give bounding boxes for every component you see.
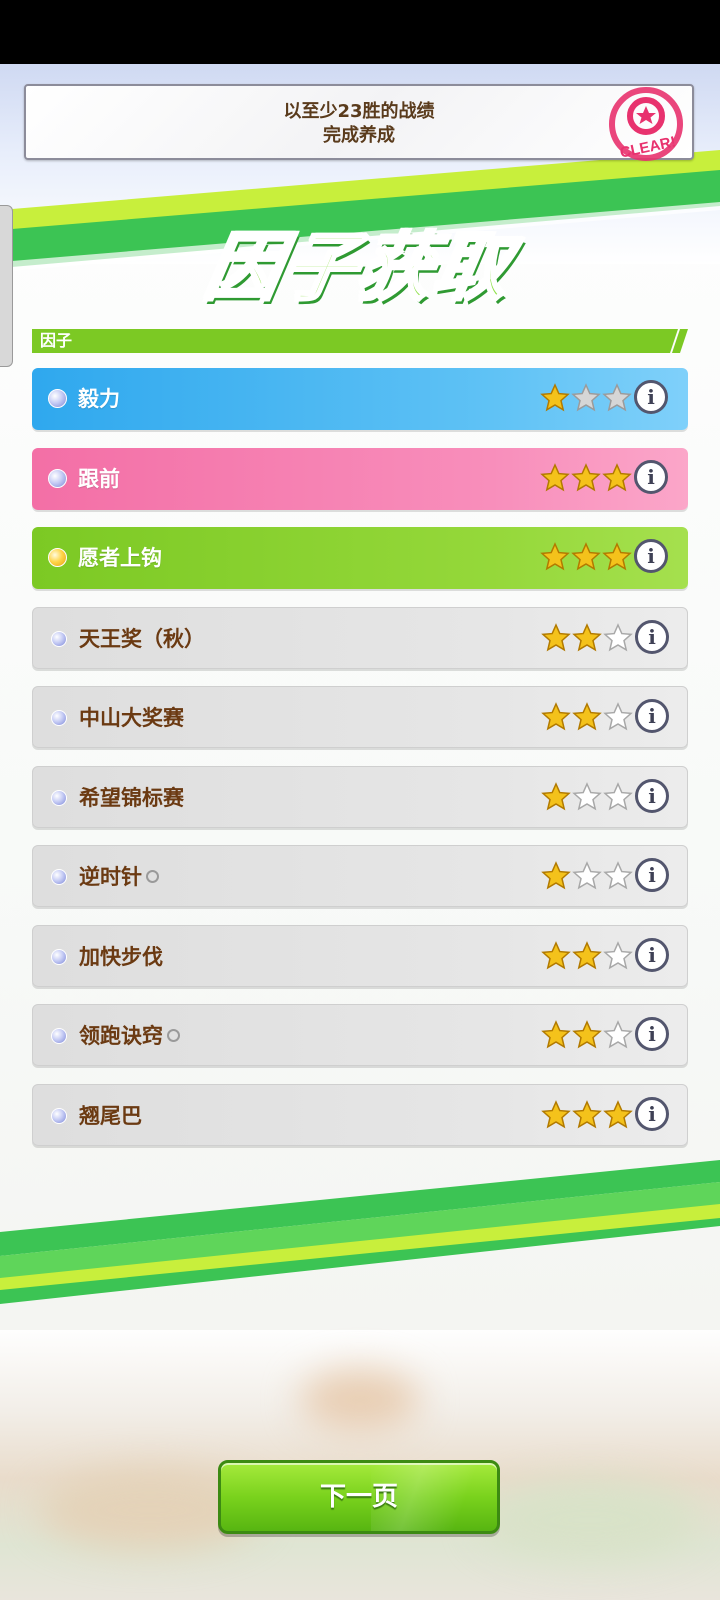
next-page-label: 下一页 xyxy=(319,1482,398,1512)
factor-gem-icon xyxy=(51,869,67,885)
star-filled-icon xyxy=(540,463,570,492)
star-empty-icon xyxy=(603,623,633,652)
factor-name: 加快步伐 xyxy=(79,926,163,988)
factor-name-text: 翘尾巴 xyxy=(79,1104,142,1128)
factor-row[interactable]: 天王奖（秋） i xyxy=(32,607,688,669)
star-empty-icon xyxy=(571,383,601,412)
info-icon[interactable]: i xyxy=(635,779,669,813)
factor-row[interactable]: 中山大奖赛 i xyxy=(32,686,688,748)
factor-row[interactable]: 翘尾巴 i xyxy=(32,1084,688,1146)
star-empty-icon xyxy=(602,383,632,412)
factor-name-text: 中山大奖赛 xyxy=(79,706,184,730)
factor-gem-icon xyxy=(51,1108,67,1124)
star-filled-icon xyxy=(602,542,632,571)
star-filled-icon xyxy=(540,383,570,412)
factor-name-text: 加快步伐 xyxy=(79,945,163,969)
factor-gem-icon xyxy=(51,710,67,726)
star-filled-icon xyxy=(541,702,571,731)
factor-name: 愿者上钩 xyxy=(78,527,162,589)
page-title: 因子获取 xyxy=(198,224,520,313)
star-filled-icon xyxy=(541,623,571,652)
clear-stamp-icon: CLEAR! xyxy=(609,87,683,162)
info-icon[interactable]: i xyxy=(635,1017,669,1051)
factor-name-text: 天王奖（秋） xyxy=(79,627,205,651)
info-icon[interactable]: i xyxy=(634,380,668,414)
circle-mark-icon xyxy=(146,869,159,883)
info-icon[interactable]: i xyxy=(635,699,669,733)
factor-row[interactable]: 逆时针 i xyxy=(32,845,688,907)
info-icon[interactable]: i xyxy=(634,539,668,573)
star-empty-icon xyxy=(603,861,633,890)
factor-gem-icon xyxy=(51,790,67,806)
star-empty-icon xyxy=(572,861,602,890)
star-filled-icon xyxy=(541,941,571,970)
factor-gem-icon xyxy=(48,469,67,488)
star-filled-icon xyxy=(571,463,601,492)
star-filled-icon xyxy=(572,1100,602,1129)
factor-row[interactable]: 领跑诀窍 i xyxy=(32,1004,688,1066)
mission-text-line1: 以至少23胜的战绩 xyxy=(283,101,435,122)
star-empty-icon xyxy=(572,782,602,811)
star-filled-icon xyxy=(541,1100,571,1129)
star-filled-icon xyxy=(602,463,632,492)
info-icon[interactable]: i xyxy=(635,1097,669,1131)
decorative-stripes-bottom xyxy=(0,1160,720,1304)
star-empty-icon xyxy=(603,782,633,811)
factor-row[interactable]: 希望锦标赛 i xyxy=(32,766,688,828)
factor-name-text: 愿者上钩 xyxy=(78,546,162,570)
factor-gem-icon xyxy=(48,548,67,567)
factor-row[interactable]: 毅力 i xyxy=(32,368,688,430)
star-filled-icon xyxy=(572,623,602,652)
star-empty-icon xyxy=(603,702,633,731)
factor-name-text: 领跑诀窍 xyxy=(79,1024,163,1048)
factor-name: 天王奖（秋） xyxy=(79,608,205,670)
factor-gem-icon xyxy=(48,389,67,408)
factor-name: 希望锦标赛 xyxy=(79,767,184,829)
info-icon[interactable]: i xyxy=(635,620,669,654)
factor-name-text: 毅力 xyxy=(78,387,120,411)
info-icon[interactable]: i xyxy=(634,460,668,494)
factor-name: 跟前 xyxy=(78,448,120,510)
mission-banner: 以至少23胜的战绩 完成养成 CLEAR! xyxy=(24,84,694,162)
section-header-bar xyxy=(32,329,688,353)
factor-gem-icon xyxy=(51,631,67,647)
info-icon[interactable]: i xyxy=(635,938,669,972)
star-filled-icon xyxy=(572,702,602,731)
star-filled-icon xyxy=(541,1020,571,1049)
star-filled-icon xyxy=(571,542,601,571)
star-filled-icon xyxy=(572,1020,602,1049)
factor-row[interactable]: 加快步伐 i xyxy=(32,925,688,987)
info-icon[interactable]: i xyxy=(635,858,669,892)
star-empty-icon xyxy=(603,941,633,970)
factor-name: 领跑诀窍 xyxy=(79,1005,180,1067)
factor-gem-icon xyxy=(51,1028,67,1044)
factor-name: 毅力 xyxy=(78,368,120,430)
factor-row[interactable]: 跟前 i xyxy=(32,448,688,510)
next-page-button[interactable]: 下一页 xyxy=(218,1460,500,1534)
star-filled-icon xyxy=(541,782,571,811)
factor-name: 翘尾巴 xyxy=(79,1085,142,1147)
star-filled-icon xyxy=(603,1100,633,1129)
circle-mark-icon xyxy=(167,1028,180,1042)
star-filled-icon xyxy=(541,861,571,890)
factor-name: 中山大奖赛 xyxy=(79,687,184,749)
section-header-label: 因子 xyxy=(40,331,73,350)
factor-name-text: 逆时针 xyxy=(79,865,142,889)
star-filled-icon xyxy=(540,542,570,571)
mission-text-line2: 完成养成 xyxy=(323,125,395,146)
factor-name-text: 跟前 xyxy=(78,467,120,491)
section-header: 因子 xyxy=(32,329,688,353)
factor-gem-icon xyxy=(51,949,67,965)
star-empty-icon xyxy=(603,1020,633,1049)
status-bar xyxy=(0,0,720,64)
factor-name-text: 希望锦标赛 xyxy=(79,786,184,810)
star-filled-icon xyxy=(572,941,602,970)
factor-name: 逆时针 xyxy=(79,846,159,908)
factor-row[interactable]: 愿者上钩 i xyxy=(32,527,688,589)
